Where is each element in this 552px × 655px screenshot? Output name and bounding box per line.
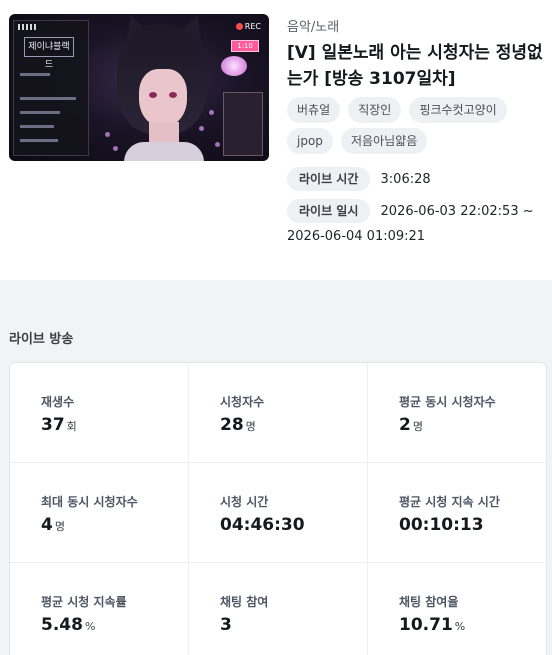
stat-unit: 명: [412, 420, 423, 433]
stat-label: 시청자수: [220, 395, 265, 409]
bars-icon: [18, 24, 38, 30]
stat-unit: %: [454, 620, 466, 633]
rec-indicator: REC: [235, 22, 261, 31]
stat-value-wrap: 00:10:13: [399, 515, 486, 535]
stat-label: 최대 동시 시청자수: [41, 495, 138, 509]
stat-value-wrap: 2명: [399, 415, 423, 435]
avatar-face: [139, 69, 187, 127]
stat-label: 재생수: [41, 395, 75, 409]
stat-label: 채팅 참여율: [399, 595, 459, 609]
bokeh-dot: [199, 126, 204, 131]
stat-cell: 시청 시간 04:46:30: [189, 463, 368, 563]
stat-cell: 채팅 참여율 10.71%: [368, 563, 546, 655]
section-title: 라이브 방송: [9, 332, 74, 347]
stat-value: 4: [41, 515, 53, 535]
stat-cell: 평균 시청 지속률 5.48%: [10, 563, 189, 655]
tag-chip[interactable]: 버츄얼: [287, 97, 341, 123]
stat-value-wrap: 04:46:30: [220, 515, 307, 535]
live-date-value: 2026-06-03 22:02:53 ~: [380, 204, 534, 219]
tag-chip[interactable]: jpop: [287, 128, 333, 154]
stat-value-wrap: 5.48%: [41, 615, 95, 635]
stats-grid: 재생수 37 회 시청자수 28 명 평균 동시 시청자수 2명 최대 동시 시청자…: [9, 362, 547, 655]
live-date-label: 라이브 일시: [287, 199, 371, 223]
stat-label: 평균 시청 지속률: [41, 595, 127, 609]
stat-cell: 평균 시청 지속 시간 00:10:13: [368, 463, 546, 563]
rec-label: REC: [244, 22, 261, 31]
stat-unit: 명: [54, 520, 65, 533]
stat-value-wrap: 4명: [41, 515, 65, 535]
thumbnail-row: [20, 97, 76, 100]
stat-value-wrap: 3: [220, 615, 234, 635]
stat-value: 04:46:30: [220, 515, 305, 535]
avatar-shirt: [124, 142, 204, 161]
stat-value: 00:10:13: [399, 515, 484, 535]
tag-chip[interactable]: 핑크수컷고양이: [409, 97, 507, 123]
thumbnail-row: [20, 73, 50, 76]
stat-label: 채팅 참여: [220, 595, 269, 609]
stat-cell: 평균 동시 시청자수 2명: [368, 363, 546, 463]
bokeh-dot: [215, 142, 220, 147]
video-category: 음악/노래: [287, 20, 340, 35]
stat-value: 5.48: [41, 615, 83, 635]
thumbnail-side-panel: REC 1:10: [209, 20, 265, 156]
stat-value-wrap: 37 회: [41, 415, 77, 435]
thumbnail-chat-panel: 제이냐블랙드: [13, 20, 89, 156]
video-thumbnail[interactable]: 제이냐블랙드 REC 1:10: [9, 14, 269, 161]
live-time-value: 3:06:28: [380, 172, 431, 187]
video-info-card: 제이냐블랙드 REC 1:10 음악/노래 [V] 일본노래 아는 시청자는 정…: [0, 0, 552, 280]
video-title[interactable]: [V] 일본노래 아는 시청자는 정녕없는가 [방송 3107일차]: [287, 40, 549, 92]
time-badge-text: 1:10: [237, 42, 253, 50]
avatar-eye: [169, 92, 177, 98]
stat-value: 2: [399, 415, 411, 435]
stat-value: 3: [220, 615, 232, 635]
stat-value-wrap: 10.71%: [399, 615, 465, 635]
tag-list: 버츄얼 직장인 핑크수컷고양이 jpop 저음아님얇음: [287, 97, 549, 159]
stat-unit: %: [84, 620, 96, 633]
stat-value: 10.71: [399, 615, 453, 635]
live-time-label: 라이브 시간: [287, 167, 371, 191]
sparkle-icon: [221, 56, 247, 76]
live-time-row: 라이브 시간 3:06:28: [287, 167, 431, 191]
bokeh-dot: [113, 146, 118, 151]
thumbnail-row: [20, 111, 60, 114]
thumbnail-row: [20, 139, 58, 142]
live-date-row: 라이브 일시 2026-06-03 22:02:53 ~: [287, 199, 534, 223]
tag-chip[interactable]: 저음아님얇음: [341, 128, 428, 154]
stat-value: 37: [41, 415, 65, 435]
tag-chip[interactable]: 직장인: [348, 97, 402, 123]
stat-cell: 시청자수 28 명: [189, 363, 368, 463]
time-badge: 1:10: [231, 40, 259, 52]
live-date-end: 2026-06-04 01:09:21: [287, 229, 426, 244]
stat-value: 28: [220, 415, 244, 435]
stat-cell: 재생수 37 회: [10, 363, 189, 463]
bokeh-dot: [209, 110, 214, 115]
stat-value-wrap: 28 명: [220, 415, 256, 435]
avatar-eye: [149, 92, 157, 98]
stat-unit: 명: [245, 420, 256, 433]
bokeh-dot: [105, 132, 110, 137]
stat-label: 평균 시청 지속 시간: [399, 495, 500, 509]
thumbnail-row: [20, 125, 54, 128]
stat-unit: 회: [66, 420, 77, 433]
stat-label: 시청 시간: [220, 495, 269, 509]
thumbnail-panel-title: 제이냐블랙드: [24, 37, 74, 70]
stat-cell: 최대 동시 시청자수 4명: [10, 463, 189, 563]
song-list-panel: [223, 92, 263, 156]
stat-label: 평균 동시 시청자수: [399, 395, 496, 409]
record-dot-icon: [235, 23, 243, 30]
stat-cell: 채팅 참여 3: [189, 563, 368, 655]
